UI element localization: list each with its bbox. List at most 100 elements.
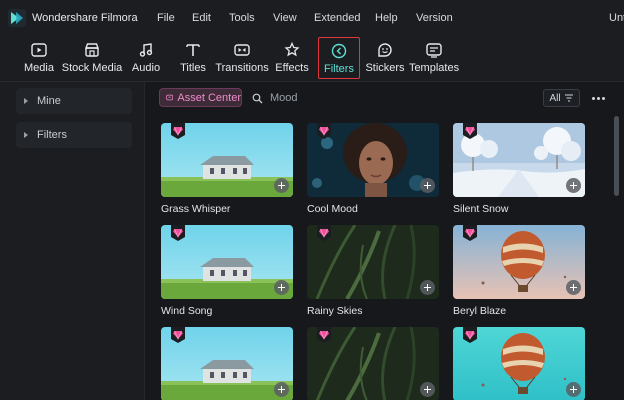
- add-filter-button[interactable]: [274, 280, 289, 295]
- filter-all-label: All: [549, 92, 561, 104]
- premium-gem-icon: [171, 225, 185, 241]
- sidebar-item-label: Mine: [37, 95, 61, 107]
- add-filter-button[interactable]: [566, 280, 581, 295]
- filter-thumbnail[interactable]: [453, 225, 585, 299]
- asset-center-icon: [166, 94, 174, 101]
- tool-media[interactable]: Media: [22, 40, 56, 78]
- filter-card[interactable]: Rainy Skies: [307, 225, 439, 317]
- dot: [591, 96, 595, 100]
- sort-filter-icon: [564, 94, 573, 102]
- filter-thumbnail[interactable]: [161, 225, 293, 299]
- add-filter-button[interactable]: [566, 382, 581, 397]
- tool-stock-media[interactable]: Stock Media: [62, 40, 122, 78]
- filter-name: Grass Whisper: [161, 203, 231, 215]
- filters-icon: [331, 43, 347, 59]
- menu-tools[interactable]: Tools: [229, 12, 255, 24]
- filter-name: Silent Snow: [453, 203, 509, 215]
- stickers-icon: [378, 43, 392, 57]
- scrollbar-thumb[interactable]: [614, 116, 619, 196]
- tool-effects[interactable]: Effects: [275, 40, 309, 78]
- tool-label: Stock Media: [61, 62, 123, 74]
- search-input[interactable]: [270, 92, 390, 104]
- filter-card[interactable]: [161, 327, 293, 400]
- stock-media-icon: [84, 43, 100, 57]
- filter-thumbnail[interactable]: [161, 123, 293, 197]
- filter-thumbnail[interactable]: [161, 327, 293, 400]
- filter-thumbnail[interactable]: [307, 225, 439, 299]
- titles-icon: [186, 44, 200, 56]
- app-name: Wondershare Filmora: [32, 12, 138, 24]
- tool-label: Audio: [131, 62, 161, 74]
- filter-name: Cool Mood: [307, 203, 358, 215]
- menu-file[interactable]: File: [157, 12, 175, 24]
- asset-center-button[interactable]: Asset Center: [159, 88, 242, 107]
- filter-name: Rainy Skies: [307, 305, 363, 317]
- tool-label: Transitions: [215, 62, 269, 74]
- filter-thumbnail[interactable]: [453, 327, 585, 400]
- menu-help[interactable]: Help: [375, 12, 398, 24]
- dot: [596, 96, 600, 100]
- tool-stickers[interactable]: Stickers: [365, 40, 405, 78]
- filter-thumbnail[interactable]: [307, 327, 439, 400]
- expand-arrow-icon: [24, 98, 28, 104]
- tool-titles[interactable]: Titles: [178, 40, 208, 78]
- search-box: [252, 90, 390, 106]
- tool-label: Media: [24, 62, 54, 74]
- premium-gem-icon: [317, 327, 331, 343]
- audio-icon: [139, 43, 153, 57]
- filter-card[interactable]: Beryl Blaze: [453, 225, 585, 317]
- filter-card[interactable]: Wind Song: [161, 225, 293, 317]
- premium-gem-icon: [463, 123, 477, 139]
- media-icon: [31, 43, 47, 57]
- sidebar-item-mine[interactable]: Mine: [16, 88, 132, 114]
- menu-edit[interactable]: Edit: [192, 12, 211, 24]
- filter-card[interactable]: [453, 327, 585, 400]
- filter-thumbnail[interactable]: [453, 123, 585, 197]
- menu-extended[interactable]: Extended: [314, 12, 360, 24]
- filter-card[interactable]: Grass Whisper: [161, 123, 293, 215]
- filter-name: Beryl Blaze: [453, 305, 507, 317]
- tool-label: Templates: [408, 62, 460, 74]
- filter-card[interactable]: Silent Snow: [453, 123, 585, 215]
- add-filter-button[interactable]: [274, 178, 289, 193]
- filter-all-dropdown[interactable]: All: [543, 89, 580, 107]
- filmora-logo-icon: [8, 9, 26, 27]
- filters-sidebar: Mine Filters: [0, 82, 145, 400]
- tool-templates[interactable]: Templates: [408, 40, 460, 78]
- sidebar-item-label: Filters: [37, 129, 67, 141]
- dot: [601, 96, 605, 100]
- filter-card[interactable]: Cool Mood: [307, 123, 439, 215]
- expand-arrow-icon: [24, 132, 28, 138]
- premium-gem-icon: [463, 225, 477, 241]
- tool-label: Titles: [180, 62, 206, 74]
- filter-card[interactable]: [307, 327, 439, 400]
- asset-center-label: Asset Center: [177, 91, 241, 104]
- premium-gem-icon: [171, 123, 185, 139]
- tool-label: Filters: [324, 63, 354, 75]
- tool-audio[interactable]: Audio: [130, 40, 162, 78]
- add-filter-button[interactable]: [566, 178, 581, 193]
- transitions-icon: [234, 44, 250, 56]
- search-icon: [252, 93, 263, 103]
- document-title: Unt: [609, 12, 624, 24]
- filters-panel: Asset Center All Grass Whisper Cool Mood S…: [146, 82, 624, 400]
- effects-icon: [284, 41, 300, 57]
- main-toolbar: Media Stock Media Audio Titles Transitio…: [0, 36, 624, 82]
- add-filter-button[interactable]: [420, 280, 435, 295]
- add-filter-button[interactable]: [420, 178, 435, 193]
- tool-filters[interactable]: Filters: [318, 37, 360, 79]
- tool-transitions[interactable]: Transitions: [215, 40, 269, 78]
- tool-label: Stickers: [365, 62, 405, 74]
- more-options-button[interactable]: [590, 89, 606, 107]
- add-filter-button[interactable]: [420, 382, 435, 397]
- sidebar-item-filters[interactable]: Filters: [16, 122, 132, 148]
- menu-view[interactable]: View: [273, 12, 297, 24]
- filter-name: Wind Song: [161, 305, 213, 317]
- menu-version[interactable]: Version: [416, 12, 453, 24]
- premium-gem-icon: [317, 225, 331, 241]
- filter-thumbnail[interactable]: [307, 123, 439, 197]
- premium-gem-icon: [171, 327, 185, 343]
- premium-gem-icon: [463, 327, 477, 343]
- templates-icon: [426, 43, 442, 58]
- add-filter-button[interactable]: [274, 382, 289, 397]
